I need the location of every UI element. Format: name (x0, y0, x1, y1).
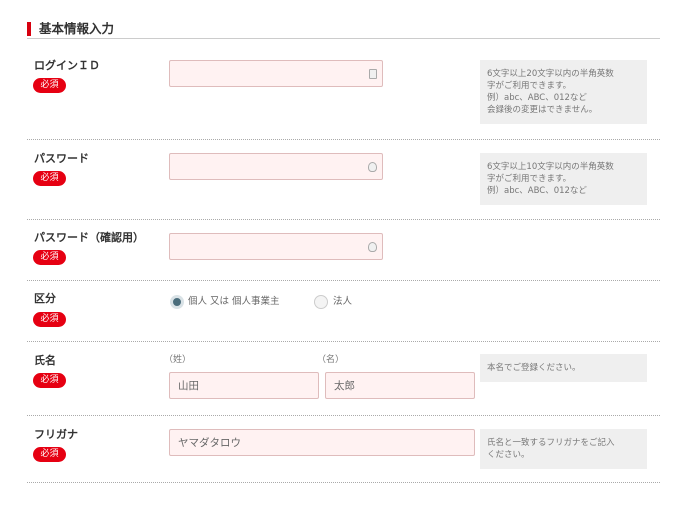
hint-line: ください。 (487, 450, 530, 460)
id-card-icon (369, 69, 377, 79)
login-id-input[interactable] (169, 60, 383, 87)
required-badge: 必須 (33, 78, 66, 93)
hint-line: 例）abc、ABC、012など (487, 186, 587, 196)
password-confirm-label: パスワード（確認用） (34, 231, 144, 244)
password-label: パスワード (34, 152, 89, 165)
category-label: 区分 (34, 292, 56, 305)
furigana-label: フリガナ (34, 428, 78, 441)
required-badge: 必須 (33, 171, 66, 186)
row-password: パスワード 必須 6文字以上10文字以内の半角英数 字がご利用できます。 例）a… (27, 140, 660, 220)
hint-line: 字がご利用できます。 (487, 81, 572, 91)
category-corporate-radio[interactable] (314, 295, 328, 309)
hint-line: 会録後の変更はできません。 (487, 105, 598, 115)
row-login-id: ログインＩＤ 必須 6文字以上20文字以内の半角英数 字がご利用できます。 例）… (27, 40, 660, 140)
hint-line: 氏名と一致するフリガナをご記入 (487, 438, 615, 448)
hint-line: 6文字以上20文字以内の半角英数 (487, 69, 614, 79)
section-title: 基本情報入力 (39, 21, 115, 36)
category-individual-radio[interactable] (170, 295, 184, 309)
last-name-input[interactable] (169, 372, 319, 399)
name-hint: 本名でご登録ください。 (480, 354, 647, 382)
name-label: 氏名 (34, 354, 56, 367)
password-input[interactable] (169, 153, 383, 180)
category-corporate-label[interactable]: 法人 (333, 295, 352, 309)
row-name: 氏名 必須 （姓） （名） 本名でご登録ください。 (27, 342, 660, 416)
row-category: 区分 必須 個人 又は 個人事業主 法人 (27, 281, 660, 342)
hint-line: 6文字以上10文字以内の半角英数 (487, 162, 614, 172)
category-individual-label[interactable]: 個人 又は 個人事業主 (188, 295, 280, 309)
first-name-input[interactable] (325, 372, 475, 399)
key-icon (368, 242, 377, 252)
password-hint: 6文字以上10文字以内の半角英数 字がご利用できます。 例）abc、ABC、01… (480, 153, 647, 205)
required-badge: 必須 (33, 373, 66, 388)
hint-line: 例）abc、ABC、012など (487, 93, 587, 103)
hint-line: 字がご利用できます。 (487, 174, 572, 184)
section-header: 基本情報入力 (27, 20, 660, 39)
furigana-hint: 氏名と一致するフリガナをご記入 ください。 (480, 429, 647, 469)
row-furigana: フリガナ 必須 氏名と一致するフリガナをご記入 ください。 (27, 416, 660, 483)
key-icon (368, 162, 377, 172)
required-badge: 必須 (33, 250, 66, 265)
section-header-accent (27, 22, 31, 36)
last-name-sublabel: （姓） (164, 355, 192, 365)
first-name-sublabel: （名） (317, 355, 345, 365)
furigana-input[interactable] (169, 429, 475, 456)
required-badge: 必須 (33, 312, 66, 327)
login-id-label: ログインＩＤ (34, 59, 100, 72)
hint-line: 本名でご登録ください。 (487, 363, 581, 373)
required-badge: 必須 (33, 447, 66, 462)
login-id-hint: 6文字以上20文字以内の半角英数 字がご利用できます。 例）abc、ABC、01… (480, 60, 647, 124)
password-confirm-input[interactable] (169, 233, 383, 260)
row-password-confirm: パスワード（確認用） 必須 (27, 220, 660, 281)
